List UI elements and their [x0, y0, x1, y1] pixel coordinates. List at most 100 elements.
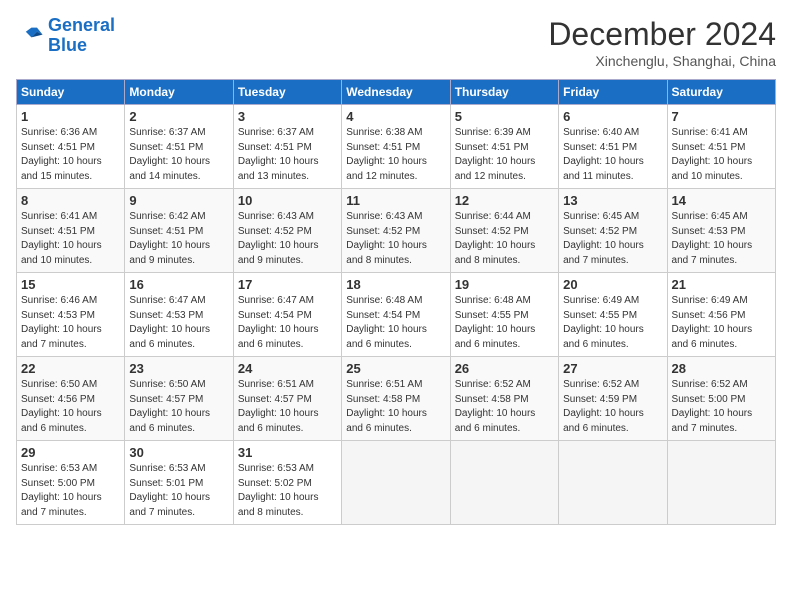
day-number: 30 [129, 445, 228, 460]
day-info: Sunrise: 6:52 AM Sunset: 4:59 PM Dayligh… [563, 378, 662, 436]
table-row: 12 Sunrise: 6:44 AM Sunset: 4:52 PM Dayl… [450, 189, 558, 273]
table-row: 20 Sunrise: 6:49 AM Sunset: 4:55 PM Dayl… [559, 273, 667, 357]
table-row: 15 Sunrise: 6:46 AM Sunset: 4:53 PM Dayl… [17, 273, 125, 357]
day-info: Sunrise: 6:50 AM Sunset: 4:56 PM Dayligh… [21, 378, 120, 436]
day-number: 14 [672, 193, 771, 208]
day-info: Sunrise: 6:49 AM Sunset: 4:55 PM Dayligh… [563, 294, 662, 352]
day-info: Sunrise: 6:53 AM Sunset: 5:02 PM Dayligh… [238, 462, 337, 520]
day-number: 13 [563, 193, 662, 208]
day-info: Sunrise: 6:39 AM Sunset: 4:51 PM Dayligh… [455, 126, 554, 184]
day-number: 1 [21, 109, 120, 124]
day-info: Sunrise: 6:45 AM Sunset: 4:53 PM Dayligh… [672, 210, 771, 268]
day-number: 6 [563, 109, 662, 124]
table-row: 25 Sunrise: 6:51 AM Sunset: 4:58 PM Dayl… [342, 357, 450, 441]
table-row: 7 Sunrise: 6:41 AM Sunset: 4:51 PM Dayli… [667, 105, 775, 189]
table-row: 16 Sunrise: 6:47 AM Sunset: 4:53 PM Dayl… [125, 273, 233, 357]
calendar-row: 1 Sunrise: 6:36 AM Sunset: 4:51 PM Dayli… [17, 105, 776, 189]
table-row: 26 Sunrise: 6:52 AM Sunset: 4:58 PM Dayl… [450, 357, 558, 441]
table-row: 28 Sunrise: 6:52 AM Sunset: 5:00 PM Dayl… [667, 357, 775, 441]
day-info: Sunrise: 6:43 AM Sunset: 4:52 PM Dayligh… [238, 210, 337, 268]
logo-line1: General [48, 15, 115, 35]
page-header: General Blue December 2024 Xinchenglu, S… [16, 16, 776, 69]
day-info: Sunrise: 6:47 AM Sunset: 4:54 PM Dayligh… [238, 294, 337, 352]
day-info: Sunrise: 6:52 AM Sunset: 5:00 PM Dayligh… [672, 378, 771, 436]
day-number: 7 [672, 109, 771, 124]
table-row: 14 Sunrise: 6:45 AM Sunset: 4:53 PM Dayl… [667, 189, 775, 273]
day-number: 18 [346, 277, 445, 292]
table-row [667, 441, 775, 525]
day-number: 22 [21, 361, 120, 376]
logo-line2: Blue [48, 35, 87, 55]
table-row: 13 Sunrise: 6:45 AM Sunset: 4:52 PM Dayl… [559, 189, 667, 273]
title-block: December 2024 Xinchenglu, Shanghai, Chin… [548, 16, 776, 69]
table-row: 29 Sunrise: 6:53 AM Sunset: 5:00 PM Dayl… [17, 441, 125, 525]
day-number: 17 [238, 277, 337, 292]
day-number: 25 [346, 361, 445, 376]
table-row: 9 Sunrise: 6:42 AM Sunset: 4:51 PM Dayli… [125, 189, 233, 273]
location: Xinchenglu, Shanghai, China [548, 53, 776, 69]
table-row: 11 Sunrise: 6:43 AM Sunset: 4:52 PM Dayl… [342, 189, 450, 273]
table-row: 19 Sunrise: 6:48 AM Sunset: 4:55 PM Dayl… [450, 273, 558, 357]
day-info: Sunrise: 6:44 AM Sunset: 4:52 PM Dayligh… [455, 210, 554, 268]
table-row: 3 Sunrise: 6:37 AM Sunset: 4:51 PM Dayli… [233, 105, 341, 189]
table-row: 31 Sunrise: 6:53 AM Sunset: 5:02 PM Dayl… [233, 441, 341, 525]
day-info: Sunrise: 6:48 AM Sunset: 4:54 PM Dayligh… [346, 294, 445, 352]
day-number: 5 [455, 109, 554, 124]
table-row: 17 Sunrise: 6:47 AM Sunset: 4:54 PM Dayl… [233, 273, 341, 357]
day-number: 9 [129, 193, 228, 208]
logo-icon [16, 22, 44, 50]
day-info: Sunrise: 6:38 AM Sunset: 4:51 PM Dayligh… [346, 126, 445, 184]
day-info: Sunrise: 6:51 AM Sunset: 4:57 PM Dayligh… [238, 378, 337, 436]
day-info: Sunrise: 6:47 AM Sunset: 4:53 PM Dayligh… [129, 294, 228, 352]
day-number: 16 [129, 277, 228, 292]
day-number: 8 [21, 193, 120, 208]
day-info: Sunrise: 6:41 AM Sunset: 4:51 PM Dayligh… [672, 126, 771, 184]
day-info: Sunrise: 6:43 AM Sunset: 4:52 PM Dayligh… [346, 210, 445, 268]
table-row: 2 Sunrise: 6:37 AM Sunset: 4:51 PM Dayli… [125, 105, 233, 189]
day-info: Sunrise: 6:42 AM Sunset: 4:51 PM Dayligh… [129, 210, 228, 268]
day-info: Sunrise: 6:36 AM Sunset: 4:51 PM Dayligh… [21, 126, 120, 184]
day-number: 26 [455, 361, 554, 376]
day-number: 29 [21, 445, 120, 460]
table-row: 8 Sunrise: 6:41 AM Sunset: 4:51 PM Dayli… [17, 189, 125, 273]
day-number: 3 [238, 109, 337, 124]
day-info: Sunrise: 6:51 AM Sunset: 4:58 PM Dayligh… [346, 378, 445, 436]
table-row: 5 Sunrise: 6:39 AM Sunset: 4:51 PM Dayli… [450, 105, 558, 189]
day-info: Sunrise: 6:53 AM Sunset: 5:00 PM Dayligh… [21, 462, 120, 520]
day-info: Sunrise: 6:40 AM Sunset: 4:51 PM Dayligh… [563, 126, 662, 184]
day-info: Sunrise: 6:48 AM Sunset: 4:55 PM Dayligh… [455, 294, 554, 352]
table-row [559, 441, 667, 525]
calendar-row: 15 Sunrise: 6:46 AM Sunset: 4:53 PM Dayl… [17, 273, 776, 357]
calendar-row: 8 Sunrise: 6:41 AM Sunset: 4:51 PM Dayli… [17, 189, 776, 273]
month-title: December 2024 [548, 16, 776, 53]
day-number: 12 [455, 193, 554, 208]
col-tuesday: Tuesday [233, 80, 341, 105]
day-number: 24 [238, 361, 337, 376]
day-info: Sunrise: 6:37 AM Sunset: 4:51 PM Dayligh… [238, 126, 337, 184]
table-row [342, 441, 450, 525]
day-number: 20 [563, 277, 662, 292]
day-number: 11 [346, 193, 445, 208]
table-row: 24 Sunrise: 6:51 AM Sunset: 4:57 PM Dayl… [233, 357, 341, 441]
table-row: 22 Sunrise: 6:50 AM Sunset: 4:56 PM Dayl… [17, 357, 125, 441]
day-info: Sunrise: 6:52 AM Sunset: 4:58 PM Dayligh… [455, 378, 554, 436]
day-info: Sunrise: 6:41 AM Sunset: 4:51 PM Dayligh… [21, 210, 120, 268]
day-number: 27 [563, 361, 662, 376]
logo: General Blue [16, 16, 115, 56]
day-number: 4 [346, 109, 445, 124]
day-number: 10 [238, 193, 337, 208]
calendar-row: 29 Sunrise: 6:53 AM Sunset: 5:00 PM Dayl… [17, 441, 776, 525]
table-row: 30 Sunrise: 6:53 AM Sunset: 5:01 PM Dayl… [125, 441, 233, 525]
table-row: 1 Sunrise: 6:36 AM Sunset: 4:51 PM Dayli… [17, 105, 125, 189]
calendar-table: Sunday Monday Tuesday Wednesday Thursday… [16, 79, 776, 525]
col-friday: Friday [559, 80, 667, 105]
table-row: 18 Sunrise: 6:48 AM Sunset: 4:54 PM Dayl… [342, 273, 450, 357]
table-row: 6 Sunrise: 6:40 AM Sunset: 4:51 PM Dayli… [559, 105, 667, 189]
col-wednesday: Wednesday [342, 80, 450, 105]
day-info: Sunrise: 6:37 AM Sunset: 4:51 PM Dayligh… [129, 126, 228, 184]
calendar-row: 22 Sunrise: 6:50 AM Sunset: 4:56 PM Dayl… [17, 357, 776, 441]
day-number: 15 [21, 277, 120, 292]
col-sunday: Sunday [17, 80, 125, 105]
day-info: Sunrise: 6:50 AM Sunset: 4:57 PM Dayligh… [129, 378, 228, 436]
table-row [450, 441, 558, 525]
